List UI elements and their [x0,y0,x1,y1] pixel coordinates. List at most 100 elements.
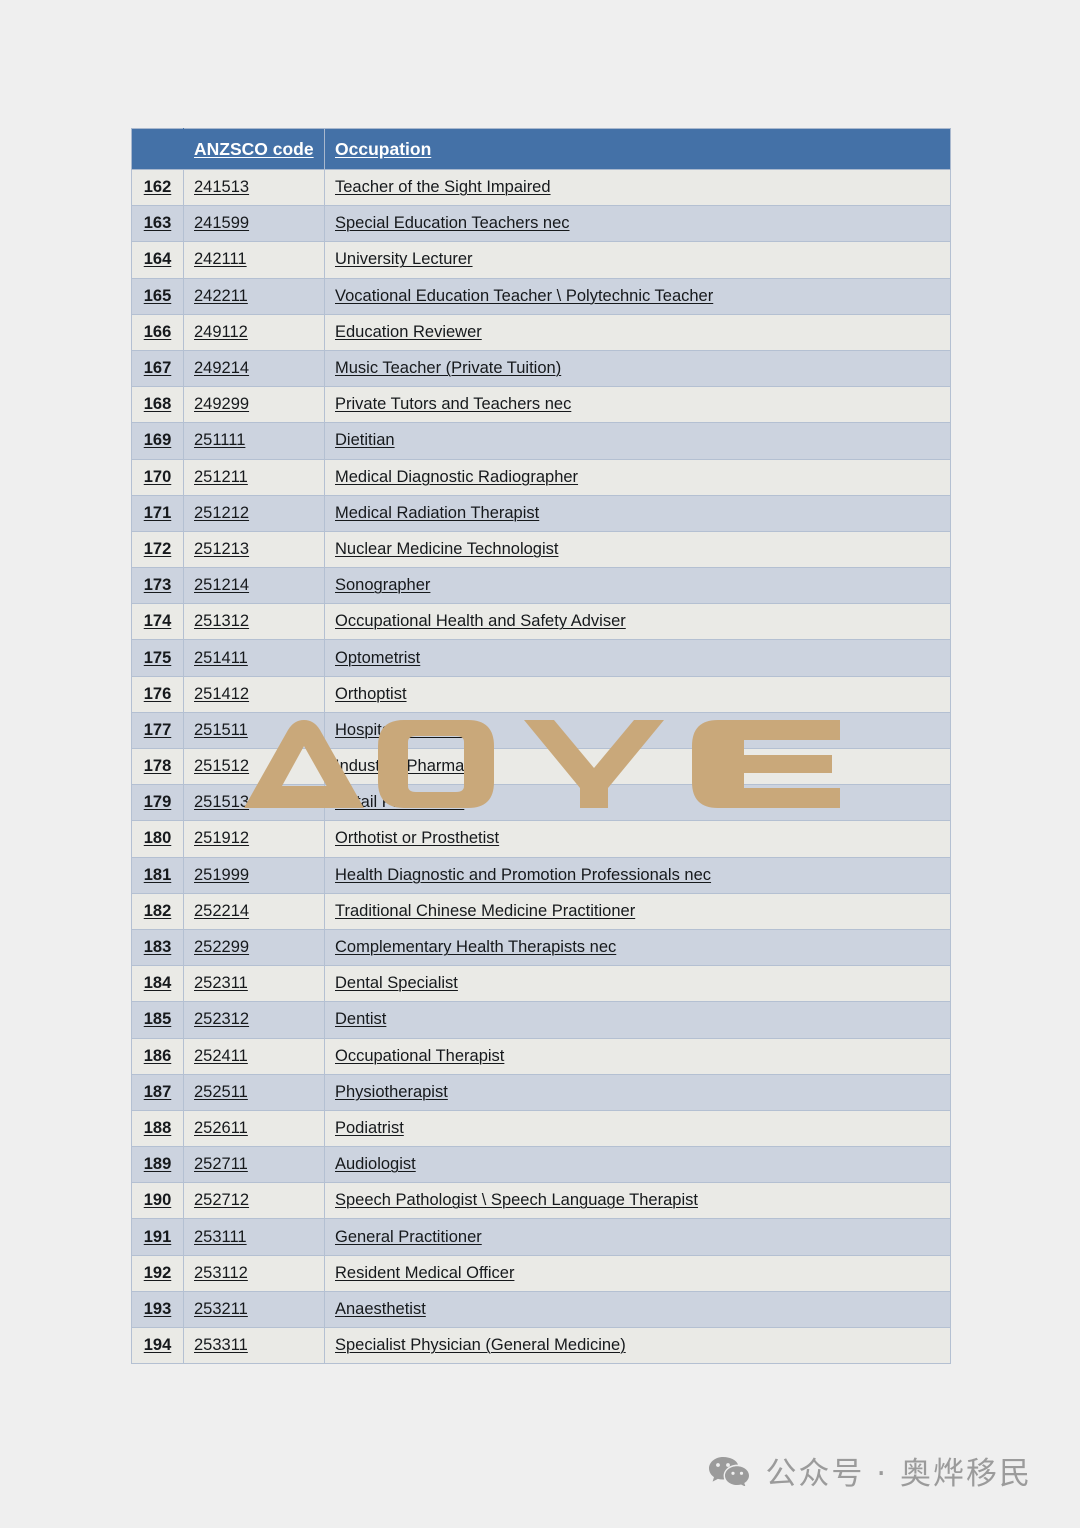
table-row: 185 252312 Dentist [131,1001,951,1039]
row-anzsco-code-text: 252611 [194,1118,248,1137]
row-anzsco-code-text: 249214 [194,359,250,378]
row-anzsco-code: 252511 [183,1073,325,1111]
row-index: 178 [131,747,184,786]
row-anzsco-code-text: 251513 [194,793,250,812]
row-index: 167 [131,349,184,388]
row-index: 191 [131,1218,184,1256]
row-index-text: 179 [143,793,172,812]
column-header-index [131,128,184,170]
row-anzsco-code: 242111 [183,241,325,279]
row-index: 194 [131,1326,184,1365]
row-index-text: 168 [143,395,172,414]
row-occupation: Orthoptist [324,675,951,713]
row-anzsco-code: 252611 [183,1109,325,1148]
row-anzsco-code-text: 251211 [194,467,248,486]
row-anzsco-code-text: 251411 [194,648,248,667]
table-row: 172 251213 Nuclear Medicine Technologist [131,530,951,569]
row-anzsco-code-text: 252312 [194,1010,250,1029]
row-anzsco-code: 252312 [183,1001,325,1039]
row-occupation-text: University Lecturer [335,250,473,269]
footer-label: 公众号 · 奥烨移民 [765,1456,1032,1492]
row-anzsco-code-text: 249299 [194,395,250,414]
table-row: 191 253111 General Practitioner [131,1218,951,1256]
row-occupation: Teacher of the Sight Impaired [324,168,951,207]
table-row: 176 251412 Orthoptist [131,675,951,713]
row-occupation: Anaesthetist [324,1290,951,1329]
row-occupation: Health Diagnostic and Promotion Professi… [324,856,951,894]
row-anzsco-code: 251999 [183,856,325,894]
row-index-text: 177 [143,720,172,739]
row-anzsco-code: 249112 [183,313,325,351]
table-row: 167 249214 Music Teacher (Private Tuition) [131,349,951,388]
table-body: 162 241513 Teacher of the Sight Impaired 16… [131,168,951,1365]
row-index-text: 189 [143,1155,172,1174]
occupation-table-container: ANZSCO code Occupation 162 241513 Teacher … [131,128,951,1365]
table-row: 180 251912 Orthotist or Prosthetist [131,820,951,858]
row-index-text: 164 [143,250,172,269]
footer: 公众号 · 奥烨移民 [0,1448,1080,1493]
row-anzsco-code-text: 241513 [194,178,250,197]
row-anzsco-code: 251212 [183,494,325,532]
table-row: 183 252299 Complementary Health Therapists… [131,928,951,967]
table-row: 164 242111 University Lecturer [131,241,951,279]
wechat-icon [709,1456,750,1486]
row-anzsco-code: 251213 [183,530,325,569]
row-anzsco-code: 251512 [183,747,325,786]
row-anzsco-code-text: 251214 [194,576,250,595]
row-index-text: 187 [143,1082,172,1101]
row-anzsco-code-text: 253311 [194,1336,248,1355]
table-row: 163 241599 Special Education Teachers nec [131,205,951,243]
row-anzsco-code-text: 252311 [194,974,248,993]
table-row: 168 249299 Private Tutors and Teachers nec [131,386,951,424]
row-anzsco-code-text: 252214 [194,901,250,920]
row-index: 176 [131,675,184,713]
row-anzsco-code-text: 241599 [194,214,250,233]
row-occupation: Complementary Health Therapists nec [324,928,951,967]
occupation-table: ANZSCO code Occupation 162 241513 Teacher … [131,128,951,1365]
row-anzsco-code: 252712 [183,1182,325,1220]
row-occupation-text: Dentist [335,1010,387,1029]
row-anzsco-code: 251411 [183,639,325,677]
row-anzsco-code: 253211 [183,1290,325,1329]
row-index: 164 [131,241,184,279]
row-occupation: Traditional Chinese Medicine Practitione… [324,892,951,930]
row-occupation: Sonographer [324,567,951,605]
row-occupation-text: Private Tutors and Teachers nec [335,395,572,414]
table-row: 189 252711 Audiologist [131,1146,951,1184]
table-row: 165 242211 Vocational Education Teacher \ … [131,277,951,315]
row-anzsco-code: 252299 [183,928,325,967]
row-anzsco-code-text: 251111 [194,431,246,450]
row-occupation: Occupational Therapist [324,1037,951,1075]
row-occupation: Hospital Pharmacist [324,711,951,750]
row-occupation-text: Teacher of the Sight Impaired [335,178,551,197]
table-row: 179 251513 Retail Pharmacist [131,784,951,822]
row-occupation: Podiatrist [324,1109,951,1148]
row-anzsco-code-text: 252411 [194,1046,248,1065]
row-anzsco-code: 242211 [183,277,325,315]
row-index-text: 166 [143,322,172,341]
row-index-text: 171 [143,503,172,522]
row-anzsco-code-text: 252712 [194,1191,250,1210]
row-index-text: 178 [143,757,172,776]
row-occupation: Dietitian [324,422,951,460]
row-index: 180 [131,820,184,858]
row-index-text: 165 [143,286,172,305]
row-index-text: 184 [143,974,172,993]
row-index: 179 [131,784,184,822]
row-occupation: General Practitioner [324,1218,951,1256]
row-anzsco-code: 253311 [183,1326,325,1365]
row-occupation: University Lecturer [324,241,951,279]
row-index: 190 [131,1182,184,1220]
row-occupation-text: Music Teacher (Private Tuition) [335,359,562,378]
row-occupation-text: Nuclear Medicine Technologist [335,539,559,558]
row-anzsco-code: 249214 [183,349,325,388]
row-index-text: 162 [143,178,172,197]
row-occupation: Physiotherapist [324,1073,951,1111]
row-index: 184 [131,965,184,1003]
row-index: 168 [131,386,184,424]
table-row: 175 251411 Optometrist [131,639,951,677]
row-anzsco-code-text: 251412 [194,684,250,703]
row-anzsco-code-text: 251999 [194,865,250,884]
row-occupation-text: Audiologist [335,1155,416,1174]
table-row: 166 249112 Education Reviewer [131,313,951,351]
